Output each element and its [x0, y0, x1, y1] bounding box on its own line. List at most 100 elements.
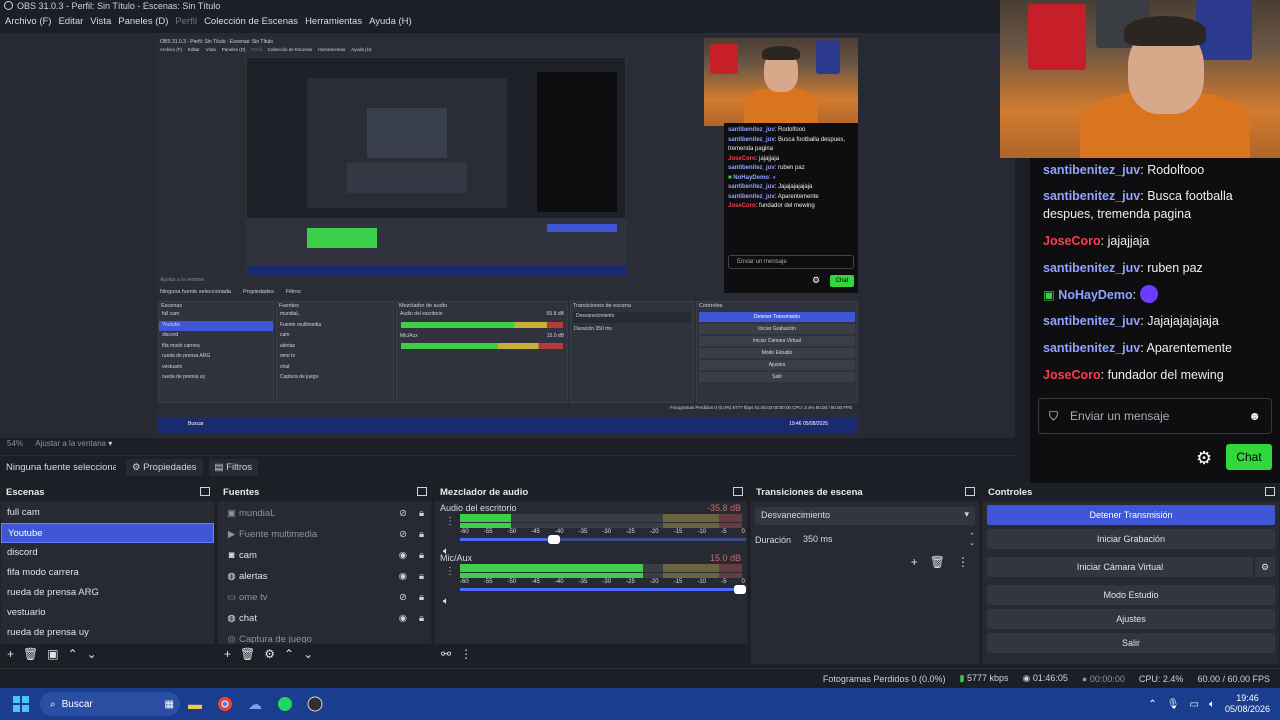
tick-label: -45: [531, 529, 540, 535]
eye-icon[interactable]: ◉: [399, 608, 407, 629]
properties-button[interactable]: ⚙ Propiedades: [126, 459, 203, 476]
menu-dots-icon[interactable]: ⋮: [957, 555, 969, 569]
app-icon[interactable]: ☁: [244, 693, 266, 715]
eye-icon[interactable]: ◉: [399, 545, 407, 566]
chrome-icon[interactable]: [214, 693, 236, 715]
nested-chat-line: ■ NoHayDemo: ●: [728, 174, 776, 181]
menu-editar[interactable]: Editar: [58, 15, 90, 31]
exit-button[interactable]: Salir: [987, 633, 1275, 653]
preview-canvas[interactable]: OBS 31.0.3 - Perfil: Sin Título - Escena…: [158, 37, 858, 433]
tick-label: -50: [507, 579, 517, 585]
scene-item[interactable]: Youtube: [1, 523, 214, 543]
lock-icon[interactable]: 🔒︎: [419, 587, 424, 608]
trash-icon[interactable]: 🗑: [240, 647, 255, 661]
settings-button[interactable]: Ajustes: [987, 609, 1275, 629]
spinner-icon[interactable]: ⌃ ⌄: [969, 533, 975, 547]
float-icon[interactable]: [1265, 487, 1275, 496]
nested-mixer-title: Mezclador de audio: [399, 303, 448, 309]
scene-item[interactable]: vestuario: [1, 603, 214, 623]
taskbar-search[interactable]: ⌕ Buscar ▦: [40, 692, 180, 716]
scene-item[interactable]: full cam: [1, 503, 214, 523]
start-recording-button[interactable]: Iniciar Grabación: [987, 529, 1275, 549]
spotify-icon[interactable]: [274, 693, 296, 715]
menu-ayuda[interactable]: Ayuda (H): [369, 15, 419, 31]
up-icon[interactable]: ⌃: [284, 647, 294, 661]
mic-icon[interactable]: 🎙︎: [1167, 699, 1180, 710]
menu-archivo[interactable]: Archivo (F): [5, 15, 58, 31]
source-item[interactable]: ◍ alertas ◉ 🔒︎: [218, 566, 431, 587]
stop-stream-button[interactable]: Detener Transmisión: [987, 505, 1275, 525]
eye-hidden-icon[interactable]: ⊘: [399, 587, 407, 608]
menu-dots-icon[interactable]: ⋮: [445, 516, 455, 527]
menu-dots-icon[interactable]: ⋮: [445, 566, 455, 577]
level-meter: [460, 564, 742, 572]
chevron-up-icon[interactable]: ⌃: [1148, 699, 1156, 710]
add-icon[interactable]: +: [911, 555, 918, 569]
float-icon[interactable]: [733, 487, 743, 496]
scene-item[interactable]: discord: [1, 543, 214, 563]
nested-source: alertas: [280, 342, 296, 349]
volume-icon[interactable]: 🔈︎: [1209, 699, 1215, 710]
trash-icon[interactable]: 🗑: [930, 555, 945, 569]
clock[interactable]: 19:46 05/08/2026: [1225, 693, 1270, 715]
lock-icon[interactable]: 🔒︎: [419, 566, 424, 587]
emoji-icon[interactable]: ☻: [1248, 409, 1261, 423]
eye-hidden-icon[interactable]: ⊘: [399, 524, 407, 545]
filter-icon[interactable]: ▣: [47, 647, 58, 661]
lock-icon[interactable]: 🔒︎: [419, 524, 424, 545]
volume-slider[interactable]: [460, 585, 747, 594]
source-item[interactable]: ◎ Captura de juego: [218, 629, 431, 643]
source-item[interactable]: ▶ Fuente multimedia ⊘ 🔒︎: [218, 524, 431, 545]
source-item[interactable]: ▭ ome tv ⊘ 🔒︎: [218, 587, 431, 608]
speaker-icon[interactable]: 🔈︎: [443, 596, 449, 607]
scene-item[interactable]: rueda de prensa ARG: [1, 583, 214, 603]
obs-icon[interactable]: [304, 693, 326, 715]
trash-icon[interactable]: 🗑: [23, 647, 38, 661]
gear-icon[interactable]: ⚙: [1255, 557, 1275, 577]
fit-window-select[interactable]: Ajustar a la ventana ▾: [35, 439, 112, 448]
add-icon[interactable]: +: [224, 647, 231, 661]
source-item[interactable]: ◙ cam ◉ 🔒︎: [218, 545, 431, 566]
virtual-camera-button[interactable]: Iniciar Cámara Virtual: [987, 557, 1253, 577]
gear-icon[interactable]: ⚙: [1196, 448, 1212, 469]
float-icon[interactable]: [417, 487, 427, 496]
lock-icon[interactable]: 🔒︎: [419, 545, 424, 566]
windows-start-icon[interactable]: [10, 693, 32, 715]
nested-gear-icon: ⚙: [812, 275, 821, 285]
controls-dock: Controles Detener Transmisión Iniciar Gr…: [982, 483, 1280, 665]
tick-label: -20: [649, 529, 659, 535]
add-icon[interactable]: +: [7, 647, 14, 661]
duration-input[interactable]: 350 ms: [799, 531, 962, 549]
link-icon[interactable]: ⚯: [441, 647, 451, 661]
chat-button[interactable]: Chat: [1226, 444, 1272, 470]
source-item[interactable]: ◍ chat ◉ 🔒︎: [218, 608, 431, 629]
transition-select[interactable]: Desvanecimiento ▾: [755, 507, 975, 525]
up-icon[interactable]: ⌃: [68, 647, 78, 661]
down-icon[interactable]: ⌄: [87, 647, 97, 661]
filters-button[interactable]: ▤ Filtros: [208, 459, 259, 476]
lock-icon[interactable]: 🔒︎: [419, 503, 424, 524]
menu-paneles[interactable]: Paneles (D): [118, 15, 175, 31]
nested-control-btn: Modo Estudio: [699, 348, 855, 358]
menu-vista[interactable]: Vista: [90, 15, 118, 31]
network-icon[interactable]: ▭: [1190, 699, 1199, 710]
studio-mode-button[interactable]: Modo Estudio: [987, 585, 1275, 605]
menu-dots-icon[interactable]: ⋮: [460, 647, 472, 661]
menu-perfil[interactable]: Perfil: [175, 15, 204, 31]
gear-icon[interactable]: ⚙: [264, 647, 275, 661]
filter-icon: ▤: [214, 462, 224, 473]
float-icon[interactable]: [965, 487, 975, 496]
scene-item[interactable]: rueda de prensa uy: [1, 623, 214, 643]
menu-coleccion[interactable]: Colección de Escenas: [204, 15, 305, 31]
scene-item[interactable]: fifa modo carrera: [1, 563, 214, 583]
eye-hidden-icon[interactable]: ⊘: [399, 503, 407, 524]
float-icon[interactable]: [200, 487, 210, 496]
menu-herramientas[interactable]: Herramientas: [305, 15, 369, 31]
down-icon[interactable]: ⌄: [303, 647, 313, 661]
eye-icon[interactable]: ◉: [399, 566, 407, 587]
deep-taskbar: [247, 266, 627, 275]
source-item[interactable]: ▣ mundiaL ⊘ 🔒︎: [218, 503, 431, 524]
chat-input[interactable]: ⛉ Enviar un mensaje ☻: [1038, 398, 1272, 434]
file-explorer-icon[interactable]: ▬: [184, 693, 206, 715]
lock-icon[interactable]: 🔒︎: [419, 608, 424, 629]
